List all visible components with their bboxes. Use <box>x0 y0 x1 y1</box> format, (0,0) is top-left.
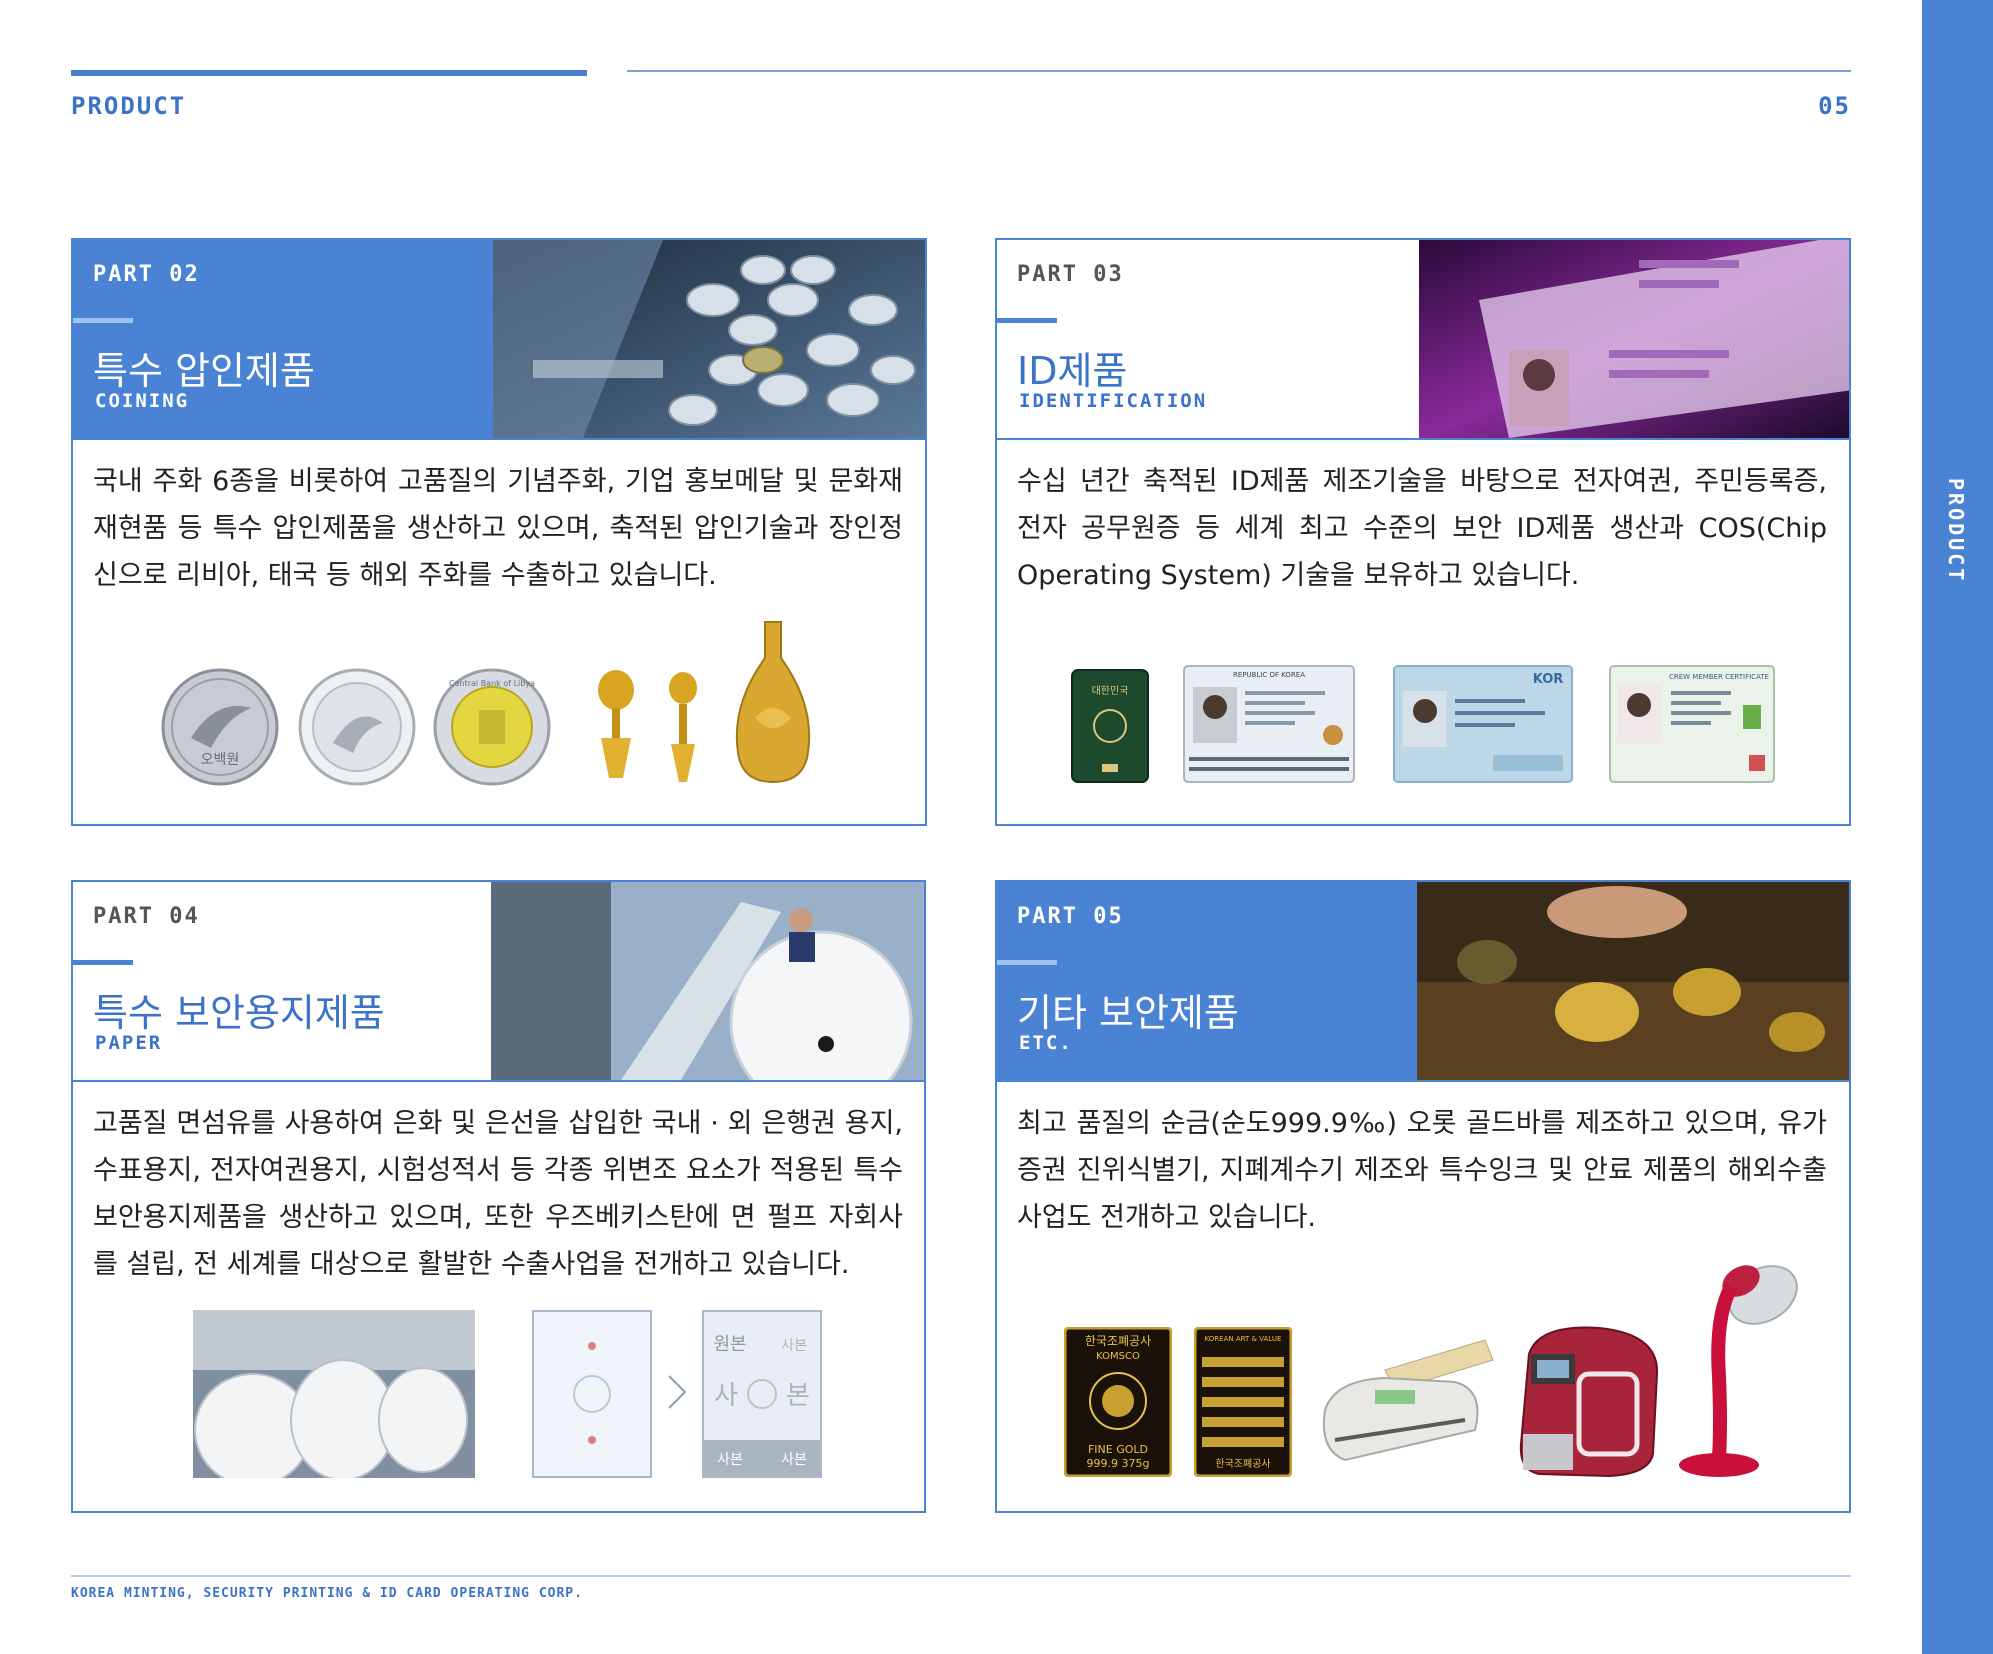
svg-text:KOR: KOR <box>1533 672 1564 687</box>
side-tab-label: PRODUCT <box>1944 478 1968 584</box>
card-etc: PART 05 기타 보안제품 ETC. 최고 품질의 순금(순도999.9‰)… <box>995 880 1851 1513</box>
svg-text:KOREAN ART & VALUE: KOREAN ART & VALUE <box>1205 1335 1282 1343</box>
card-identification: PART 03 ID제품 IDENTIFICATION 수십 년간 축적된 ID… <box>995 238 1851 826</box>
ink-can <box>1675 1257 1805 1486</box>
commemorative-coin <box>298 668 416 790</box>
gold-bar-375g: 한국조폐공사 KOMSCO FINE GOLD 999.9 375g <box>1063 1326 1173 1481</box>
part-dash <box>997 318 1057 323</box>
arrow-right-icon <box>665 1372 689 1416</box>
gold-bar-komsco: KOREAN ART & VALUE 한국조폐공사 <box>1193 1326 1293 1481</box>
part-subtitle: COINING <box>95 390 190 412</box>
part-label: PART 03 <box>1017 262 1124 287</box>
coins-photo <box>493 240 925 438</box>
card-description: 고품질 면섬유를 사용하여 은화 및 은선을 삽입한 국내 · 외 은행권 용지… <box>93 1108 903 1280</box>
page-number: 05 <box>1818 92 1851 120</box>
svg-text:본: 본 <box>786 1381 810 1411</box>
card-description: 수십 년간 축적된 ID제품 제조기술을 바탕으로 전자여권, 주민등록증, 전… <box>1017 466 1827 591</box>
footer-company: KOREA MINTING, SECURITY PRINTING & ID CA… <box>71 1586 583 1601</box>
svg-text:999.9 375g: 999.9 375g <box>1087 1457 1150 1470</box>
svg-text:원본: 원본 <box>713 1334 746 1355</box>
svg-text:오백원: 오백원 <box>201 752 240 768</box>
card-header: PART 05 기타 보안제품 ETC. <box>997 882 1417 1080</box>
id-card-1: REPUBLIC OF KOREA <box>1183 665 1355 787</box>
svg-text:REPUBLIC OF KOREA: REPUBLIC OF KOREA <box>1233 671 1305 679</box>
header-rule <box>73 438 925 440</box>
anti-copy-paper-copy: 원본 사본 사 본 사본 사본 <box>702 1310 822 1482</box>
counterfeit-detector <box>1315 1330 1495 1474</box>
svg-text:Central Bank of Libya: Central Bank of Libya <box>449 679 535 688</box>
part-label: PART 02 <box>93 262 200 287</box>
side-tab-label-wrap: PRODUCT <box>1922 0 1993 1654</box>
stamping-photo <box>1417 882 1849 1080</box>
libya-coin: Central Bank of Libya <box>433 668 551 790</box>
header-accent-bar <box>71 70 587 76</box>
card-header: PART 03 ID제품 IDENTIFICATION <box>997 240 1417 438</box>
svg-text:사본: 사본 <box>781 1452 807 1468</box>
card-header: PART 02 특수 압인제품 COINING <box>73 240 493 438</box>
part-title: ID제품 <box>1017 349 1128 393</box>
card-description: 국내 주화 6종을 비롯하여 고품질의 기념주화, 기업 홍보메달 및 문화재 … <box>93 466 903 591</box>
header-rule <box>997 1080 1849 1082</box>
gold-ornament-2 <box>663 668 703 790</box>
svg-text:한국조폐공사: 한국조폐공사 <box>1215 1458 1270 1470</box>
header-rule <box>997 438 1849 440</box>
section-label: PRODUCT <box>71 92 187 120</box>
part-dash <box>997 960 1057 965</box>
part-dash <box>73 318 133 323</box>
part-label: PART 04 <box>93 904 200 929</box>
gold-ornament-1 <box>591 668 641 790</box>
part-title: 기타 보안제품 <box>1017 991 1239 1035</box>
part-dash <box>73 960 133 965</box>
part-subtitle: PAPER <box>95 1032 163 1054</box>
svg-text:사본: 사본 <box>717 1452 743 1468</box>
id-card-photo <box>1419 240 1849 438</box>
card-paper: PART 04 특수 보안용지제품 PAPER 고품질 면섬유를 사용하여 은화… <box>71 880 926 1513</box>
header-rule <box>627 70 1851 72</box>
part-subtitle: IDENTIFICATION <box>1019 390 1208 412</box>
svg-text:대한민국: 대한민국 <box>1092 685 1129 697</box>
paper-factory-photo <box>491 882 924 1080</box>
coin-500won: 오백원 <box>161 668 279 790</box>
svg-text:CREW MEMBER CERTIFICATE: CREW MEMBER CERTIFICATE <box>1669 673 1769 681</box>
e-passport: 대한민국 <box>1070 668 1150 788</box>
card-header: PART 04 특수 보안용지제품 PAPER <box>73 882 493 1080</box>
svg-text:사본: 사본 <box>781 1338 807 1354</box>
card-coining: PART 02 특수 압인제품 COINING 국내 주화 6종을 비롯하여 고… <box>71 238 927 826</box>
svg-text:KOMSCO: KOMSCO <box>1096 1351 1140 1362</box>
crew-member-card: CREW MEMBER CERTIFICATE <box>1609 665 1775 787</box>
svg-text:한국조폐공사: 한국조폐공사 <box>1085 1334 1151 1348</box>
card-description: 최고 품질의 순금(순도999.9‰) 오롯 골드바를 제조하고 있으며, 유가… <box>1017 1108 1827 1233</box>
money-counter <box>1509 1314 1669 1486</box>
part-label: PART 05 <box>1017 904 1124 929</box>
svg-text:사: 사 <box>714 1381 738 1411</box>
paper-rolls-photo <box>193 1310 475 1487</box>
id-card-2: KOR <box>1393 665 1573 787</box>
header-rule <box>73 1080 924 1082</box>
anti-copy-paper-original <box>532 1310 652 1482</box>
part-subtitle: ETC. <box>1019 1032 1073 1054</box>
footer-rule <box>71 1575 1851 1577</box>
part-title: 특수 압인제품 <box>93 349 315 393</box>
part-title: 특수 보안용지제품 <box>93 991 385 1035</box>
gold-vase <box>725 618 821 790</box>
svg-text:FINE GOLD: FINE GOLD <box>1088 1443 1148 1456</box>
